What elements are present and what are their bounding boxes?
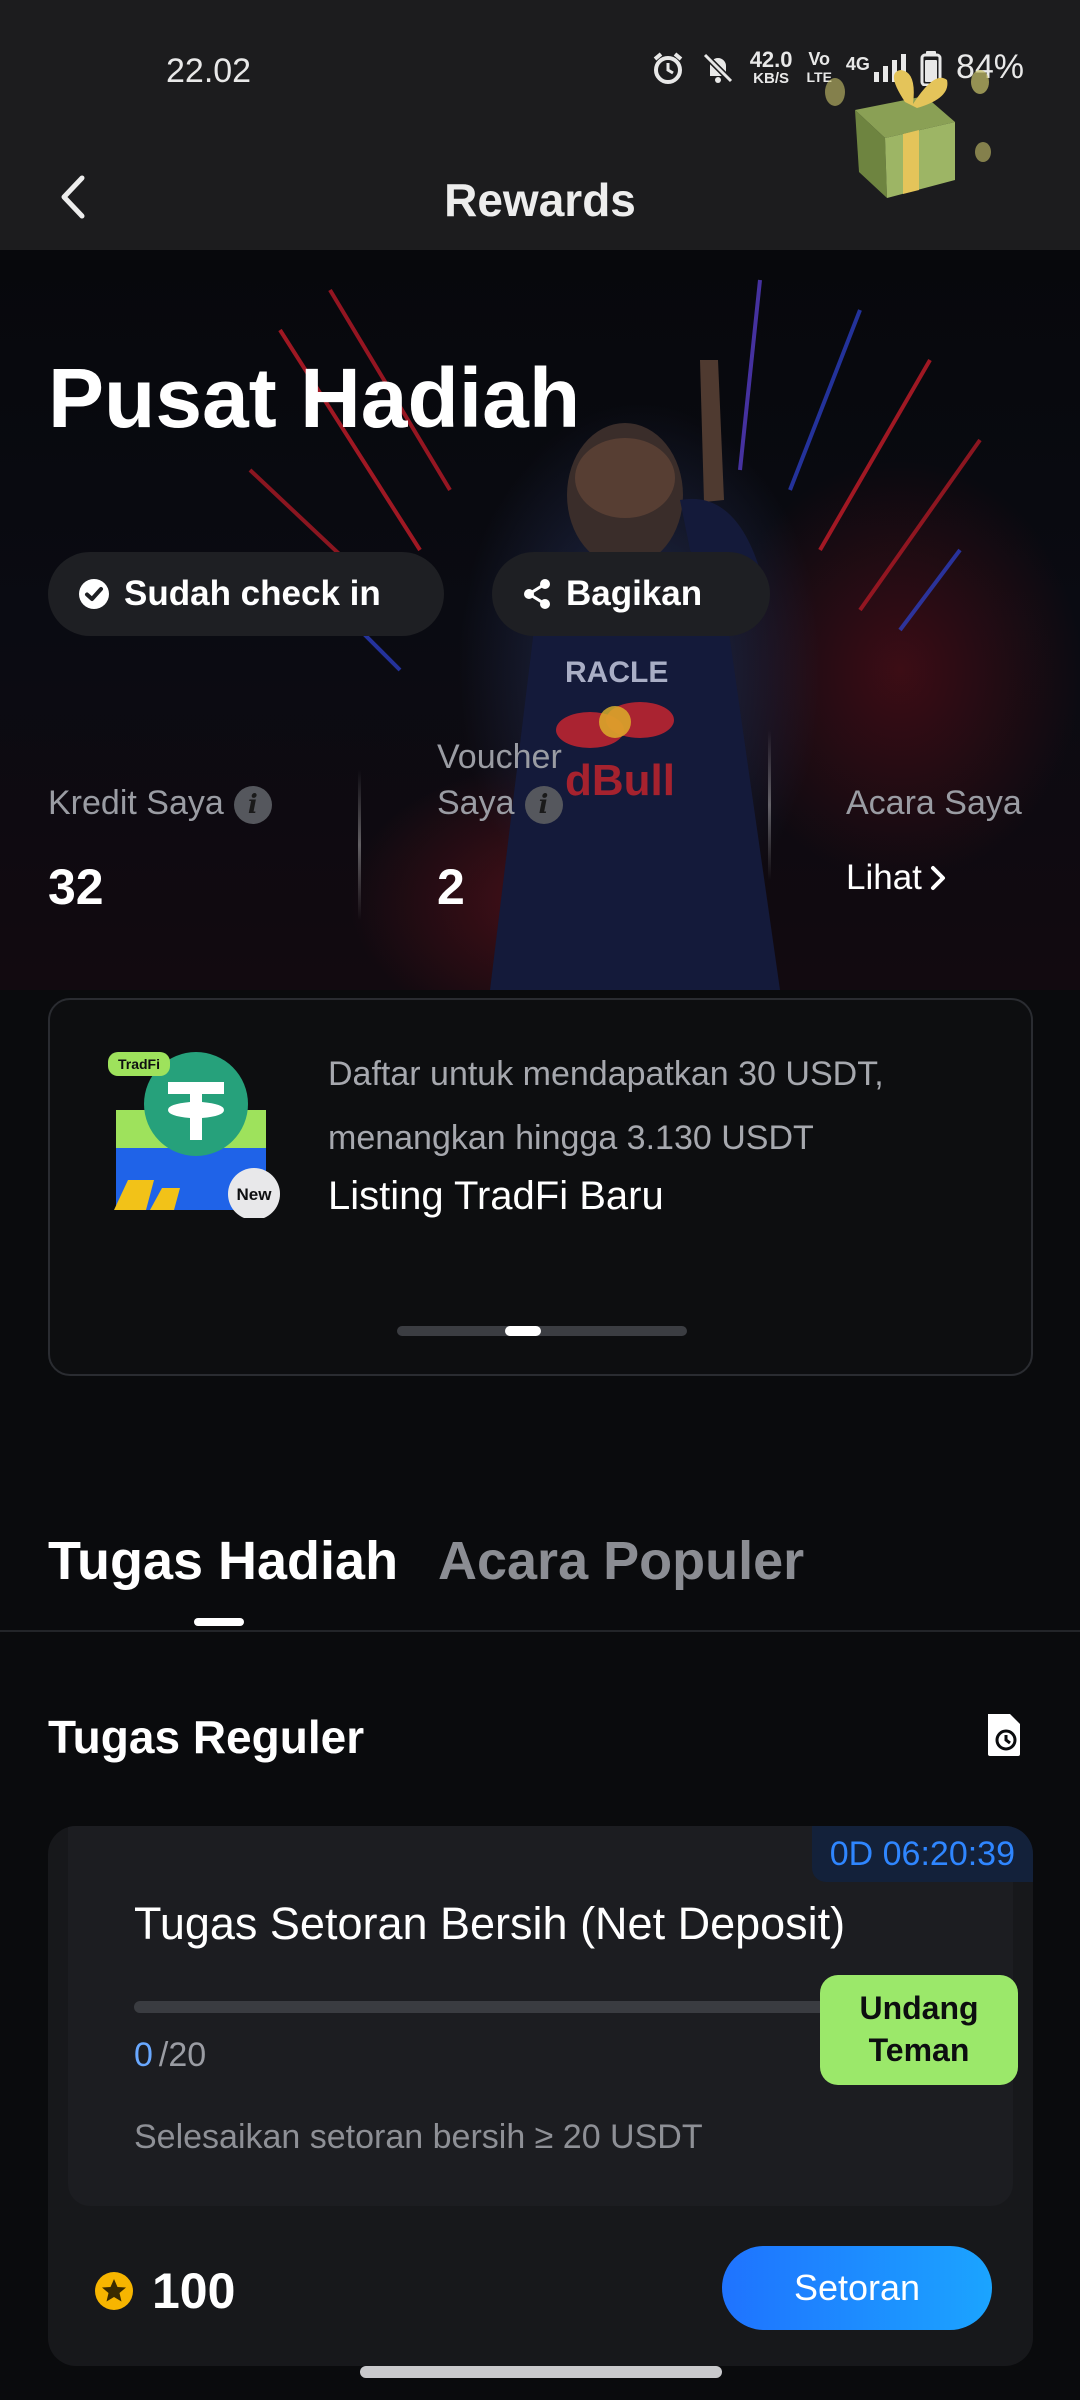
invite-friends-button[interactable]: Undang Teman (820, 1975, 1018, 2085)
tab-divider (0, 1630, 1080, 1632)
view-events-label: Lihat (846, 858, 922, 897)
net-speed: 42.0 KB/S (749, 47, 793, 87)
home-indicator[interactable] (360, 2366, 722, 2378)
progress-total: /20 (158, 2036, 207, 2074)
reward-points: 100 (152, 2263, 236, 2319)
task-progress-bar (134, 2001, 914, 2013)
hero-banner: RACLE dBull Pusat Hadiah Sudah check in … (0, 250, 1080, 990)
promo-carousel-card[interactable]: TradFi New Daftar untuk mendapatkan 30 U… (48, 998, 1033, 1376)
voucher-value: 2 (437, 859, 465, 915)
promo-title: Listing TradFi Baru (328, 1174, 664, 1218)
svg-text:RACLE: RACLE (565, 656, 668, 689)
stat-divider (358, 770, 361, 920)
countdown-timer: 0D 06:20:39 (811, 1826, 1033, 1882)
gift-box-icon (825, 70, 991, 198)
share-icon (524, 579, 550, 609)
deposit-button[interactable]: Setoran (722, 2246, 992, 2330)
mute-bell-icon (702, 52, 733, 83)
active-tab-indicator (194, 1618, 244, 1626)
new-badge: New (237, 1185, 273, 1204)
task-progress-text: 0/20 (134, 2036, 206, 2075)
voucher-label-line1: Voucher (437, 738, 562, 776)
credit-label: Kredit Saya (48, 784, 224, 822)
view-events-link[interactable]: Lihat (846, 858, 946, 898)
star-coin-icon (95, 2272, 133, 2310)
carousel-indicator (397, 1326, 687, 1336)
tab-tugas-hadiah[interactable]: Tugas Hadiah (48, 1530, 398, 1592)
carousel-active-dot (505, 1326, 541, 1336)
voucher-label-group: Voucher Saya i (437, 734, 563, 826)
chevron-right-icon (930, 866, 945, 890)
task-description: Selesaikan setoran bersih ≥ 20 USDT (134, 2118, 703, 2156)
share-button[interactable]: Bagikan (492, 552, 770, 636)
invite-line2: Teman (868, 2032, 970, 2068)
tradfi-badge: TradFi (118, 1056, 160, 1072)
checkin-button[interactable]: Sudah check in (48, 552, 444, 636)
stat-divider (768, 730, 771, 880)
history-document-icon[interactable] (984, 1712, 1024, 1758)
check-circle-icon (79, 579, 109, 609)
hero-title: Pusat Hadiah (48, 351, 581, 445)
promo-subtitle-line2: menangkan hingga 3.130 USDT (328, 1119, 814, 1157)
task-title: Tugas Setoran Bersih (Net Deposit) (134, 1898, 846, 1949)
credit-label-group: Kredit Saya i (48, 780, 272, 826)
invite-line1: Undang (859, 1990, 979, 2026)
promo-subtitle-line1: Daftar untuk mendapatkan 30 USDT, (328, 1055, 884, 1093)
share-label: Bagikan (566, 574, 703, 613)
svg-text:dBull: dBull (565, 756, 675, 805)
info-icon[interactable]: i (233, 786, 272, 825)
tab-acara-populer[interactable]: Acara Populer (438, 1530, 804, 1592)
task-reward: 100 (94, 2262, 235, 2320)
tradfi-listing-illustration: TradFi New (108, 1052, 280, 1218)
alarm-icon (653, 51, 682, 84)
checkin-label: Sudah check in (124, 574, 381, 613)
credit-value: 32 (48, 859, 104, 915)
progress-current: 0 (134, 2036, 153, 2074)
info-icon[interactable]: i (524, 786, 563, 825)
status-time: 22.02 (166, 52, 252, 90)
voucher-label-line2: Saya (437, 784, 515, 822)
events-label: Acara Saya (846, 784, 1022, 822)
section-title: Tugas Reguler (48, 1711, 365, 1763)
promo-subtitle: Daftar untuk mendapatkan 30 USDT, menang… (328, 1042, 884, 1170)
